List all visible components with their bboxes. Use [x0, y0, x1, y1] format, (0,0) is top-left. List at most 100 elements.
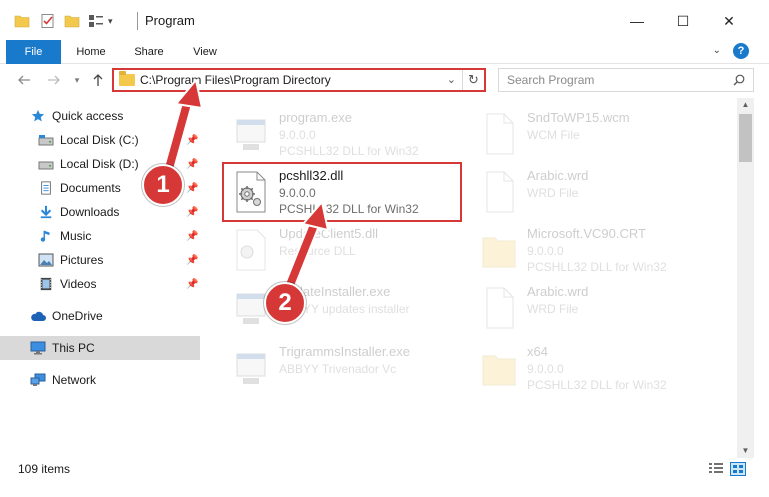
sidebar-item-label: Local Disk (D:) [60, 157, 139, 171]
pin-icon[interactable]: 📌 [186, 231, 198, 242]
properties-icon[interactable] [40, 13, 56, 29]
file-name: Arabic.wrd [527, 168, 589, 183]
back-button[interactable] [14, 70, 34, 90]
file-name: Arabic.wrd [527, 284, 589, 299]
sidebar-item-quick-access[interactable]: Quick access [0, 104, 200, 128]
sidebar-item-label: Music [60, 229, 92, 243]
vertical-scrollbar[interactable]: ▲ ▼ [737, 98, 754, 458]
document-file-icon [486, 113, 514, 155]
sidebar-item-videos[interactable]: Videos 📌 [0, 272, 200, 296]
maximize-button[interactable]: ☐ [660, 6, 706, 36]
details-view-icon[interactable] [708, 462, 724, 476]
file-description: ABBYY Trivenador Vc [279, 362, 397, 376]
address-path[interactable]: C:\Program Files\Program Directory [140, 73, 331, 87]
file-type: WRD File [527, 186, 579, 200]
step-1-badge: 1 [142, 164, 184, 206]
sidebar-item-pictures[interactable]: Pictures 📌 [0, 248, 200, 272]
file-item[interactable]: Arabic.wrd WRD File [473, 280, 723, 336]
folder-icon [482, 237, 516, 268]
file-version: 9.0.0.0 [527, 362, 564, 376]
up-button[interactable] [88, 70, 108, 90]
sidebar-item-label: Local Disk (C:) [60, 133, 139, 147]
sidebar-item-network[interactable]: Network [0, 368, 200, 392]
title-bar: ▾ Program — ☐ ✕ [0, 0, 769, 40]
selected-file-highlight [222, 162, 462, 222]
file-name: program.exe [279, 110, 352, 125]
scroll-up-icon[interactable]: ▲ [737, 98, 754, 112]
file-name: Microsoft.VC90.CRT [527, 226, 646, 241]
music-icon [40, 230, 50, 242]
pin-icon[interactable]: 📌 [186, 279, 198, 290]
file-description: PCSHLL32 DLL for Win32 [279, 144, 419, 158]
minimize-button[interactable]: — [614, 6, 660, 36]
sidebar-item-label: Quick access [52, 109, 124, 123]
chevron-down-icon[interactable]: ⌄ [447, 73, 456, 86]
videos-icon [40, 277, 52, 291]
arrow-right-icon [48, 75, 60, 85]
documents-icon [41, 181, 51, 195]
view-options-icon[interactable] [88, 13, 104, 29]
sidebar-item-local-disk-c[interactable]: Local Disk (C:) 📌 [0, 128, 200, 152]
file-item[interactable]: Microsoft.VC90.CRT 9.0.0.0 PCSHLL32 DLL … [473, 222, 723, 278]
search-box[interactable] [498, 68, 754, 92]
file-description: PCSHLL32 DLL for Win32 [527, 378, 667, 392]
recent-locations-icon[interactable]: ▾ [70, 70, 84, 90]
tab-file[interactable]: File [6, 40, 61, 64]
file-description: PCSHLL32 DLL for Win32 [527, 260, 667, 274]
navigation-pane: Quick access Local Disk (C:) 📌 Local Dis… [0, 100, 205, 458]
document-file-icon [486, 287, 514, 329]
pin-icon[interactable]: 📌 [186, 135, 198, 146]
sidebar-item-label: Network [52, 373, 97, 387]
folder-icon [482, 355, 516, 386]
refresh-button[interactable]: ↻ [462, 70, 484, 90]
search-icon[interactable] [733, 74, 745, 86]
exe-file-icon [236, 353, 266, 384]
tab-share[interactable]: Share [126, 40, 172, 64]
pin-icon[interactable]: 📌 [186, 207, 198, 218]
tiles-view-icon[interactable] [730, 462, 746, 476]
pin-icon[interactable]: 📌 [186, 183, 198, 194]
tab-view[interactable]: View [182, 40, 228, 64]
file-type: WRD File [527, 302, 579, 316]
scroll-thumb[interactable] [739, 114, 752, 162]
file-item[interactable]: UpdateClient5.dll Resource DLL [225, 222, 475, 278]
sidebar-item-music[interactable]: Music 📌 [0, 224, 200, 248]
file-item[interactable]: Arabic.wrd WRD File [473, 164, 723, 220]
file-item[interactable]: SndToWP15.wcm WCM File [473, 106, 723, 162]
file-name: x64 [527, 344, 548, 359]
navigation-bar: ▾ C:\Program Files\Program Directory ⌄ ↻ [0, 64, 769, 96]
file-item[interactable]: program.exe 9.0.0.0 PCSHLL32 DLL for Win… [225, 106, 475, 162]
file-name: TrigrammsInstaller.exe [279, 344, 410, 359]
pin-icon[interactable]: 📌 [186, 255, 198, 266]
quick-access-toolbar: ▾ [14, 10, 113, 32]
chevron-down-icon[interactable]: ▾ [108, 16, 113, 27]
file-name: SndToWP15.wcm [527, 110, 630, 125]
new-folder-icon[interactable] [64, 13, 80, 29]
file-item[interactable]: UpdateInstaller.exe ABBYY updates instal… [225, 280, 475, 336]
exe-file-icon [236, 119, 266, 150]
search-input[interactable] [507, 72, 717, 88]
file-item[interactable]: TrigrammsInstaller.exe ABBYY Trivenador … [225, 340, 475, 396]
sidebar-item-label: Downloads [60, 205, 120, 219]
file-type: Resource DLL [279, 244, 356, 258]
help-icon[interactable]: ? [733, 43, 749, 59]
file-item[interactable]: x64 9.0.0.0 PCSHLL32 DLL for Win32 [473, 340, 723, 396]
scroll-down-icon[interactable]: ▼ [737, 444, 754, 458]
folder-icon[interactable] [14, 13, 30, 29]
address-bar[interactable]: C:\Program Files\Program Directory ⌄ ↻ [112, 68, 486, 92]
forward-button[interactable] [44, 70, 64, 90]
refresh-icon: ↻ [468, 72, 479, 87]
status-bar: 109 items [0, 458, 769, 480]
pin-icon[interactable]: 📌 [186, 159, 198, 170]
close-button[interactable]: ✕ [706, 6, 752, 36]
item-count: 109 items [18, 462, 71, 476]
tab-home[interactable]: Home [68, 40, 114, 64]
expand-ribbon-icon[interactable]: ⌄ [713, 45, 721, 56]
star-icon [31, 109, 45, 122]
sidebar-item-onedrive[interactable]: OneDrive [0, 304, 200, 328]
sidebar-item-this-pc[interactable]: This PC [0, 336, 200, 360]
sidebar-item-label: Documents [60, 181, 121, 195]
sidebar-item-label: Pictures [60, 253, 104, 267]
file-type: WCM File [527, 128, 580, 142]
document-file-icon [486, 171, 514, 213]
